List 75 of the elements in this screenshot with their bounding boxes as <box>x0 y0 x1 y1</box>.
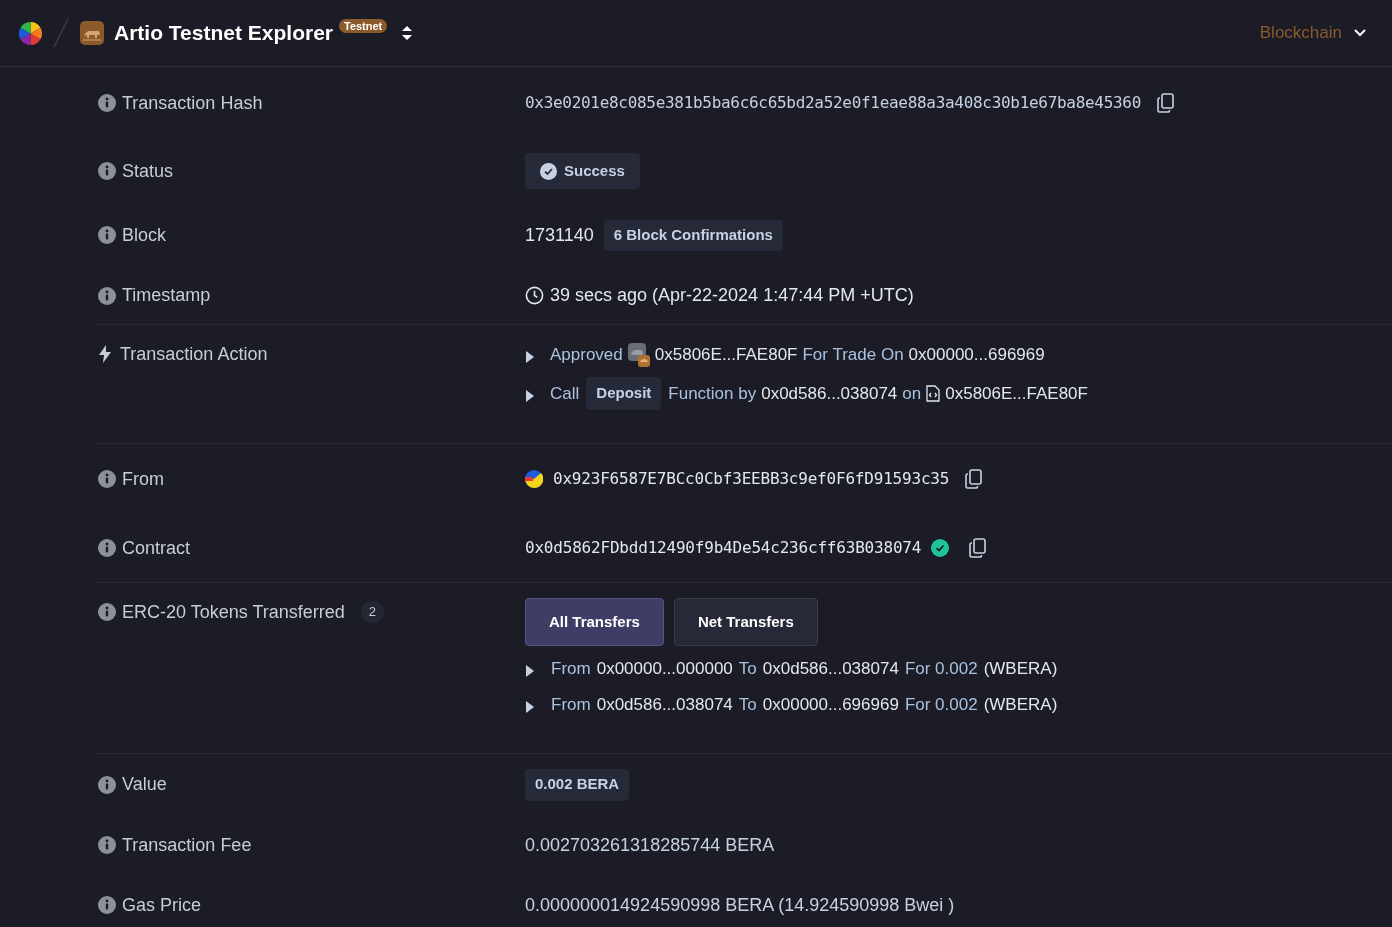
action-text: Call <box>550 382 580 405</box>
field-label: From <box>122 467 164 491</box>
address-text: (WBERA) <box>983 658 1058 681</box>
function-tag: Deposit <box>586 377 662 410</box>
action-text: For 0.002 <box>904 658 978 681</box>
field-value: 0.002703261318285744 BERA <box>525 833 775 857</box>
field-label: Timestamp <box>122 284 211 307</box>
clock-icon <box>525 286 544 305</box>
address-text: 0x00000...696969 <box>908 343 1045 366</box>
action-text: From <box>551 658 591 681</box>
action-text: Function by <box>668 382 757 405</box>
info-icon[interactable] <box>98 286 116 305</box>
address-text: 0x00000...000000 <box>596 658 733 681</box>
address-text: 0x0d586...038074 <box>761 382 898 405</box>
address-link[interactable]: 0x0d5862FDbdd12490f9b4De54c236cff63B038074 <box>525 536 922 560</box>
block-number: 1731140 <box>525 223 594 247</box>
info-icon[interactable] <box>98 836 116 854</box>
color-wheel-logo-icon[interactable] <box>19 21 42 45</box>
caret-icon[interactable] <box>525 388 535 403</box>
value-badge: 0.002 BERA <box>525 768 630 801</box>
action-text: For 0.002 <box>904 694 978 717</box>
action-text: on <box>902 382 922 405</box>
info-icon[interactable] <box>98 896 116 914</box>
code-file-icon <box>926 385 941 402</box>
action-text: To <box>738 658 757 681</box>
field-label: Status <box>122 159 174 183</box>
token-pair-icon <box>627 342 650 367</box>
timestamp-text: 39 secs ago (Apr-22-2024 1:47:44 PM +UTC) <box>550 284 914 307</box>
chevron-down-icon <box>1354 29 1366 37</box>
address-text: 0x5806E...FAE80F <box>945 382 1088 405</box>
caret-icon[interactable] <box>525 664 535 678</box>
field-label: Value <box>122 773 167 796</box>
action-text: To <box>738 694 757 717</box>
action-text: From <box>551 694 591 717</box>
info-icon[interactable] <box>98 94 116 112</box>
field-label: Gas Price <box>122 893 202 917</box>
info-icon[interactable] <box>98 470 116 488</box>
field-label: Transaction Action <box>120 342 268 366</box>
count-badge: 2 <box>360 601 384 623</box>
caret-icon[interactable] <box>525 700 535 714</box>
field-label: Block <box>122 223 166 247</box>
up-down-chevron-icon[interactable] <box>401 25 414 41</box>
action-text: For Trade On <box>802 343 904 366</box>
field-value: 0.000000014924590998 BERA (14.924590998 Bwei ) <box>525 893 955 917</box>
address-text: (WBERA) <box>983 694 1058 717</box>
action-text: Approved <box>550 343 623 366</box>
transaction-hash: 0x3e0201e8c085e381b5ba6c6c65bd2a52e0f1eae88a3a408c30b1e67ba8e45360 <box>525 92 1141 114</box>
copy-icon[interactable] <box>1156 93 1175 113</box>
address-text: 0x0d586...038074 <box>596 694 733 717</box>
copy-icon[interactable] <box>969 538 988 558</box>
address-text: 0x0d586...038074 <box>762 658 899 681</box>
identicon-icon <box>525 470 543 488</box>
field-label: Transaction Hash <box>122 91 263 115</box>
check-circle-icon <box>540 162 557 180</box>
field-label: ERC-20 Tokens Transferred <box>122 600 345 624</box>
transfer-tab[interactable]: All Transfers <box>525 598 664 646</box>
testnet-badge: Testnet <box>339 19 388 33</box>
info-icon[interactable] <box>98 775 116 794</box>
address-text: 0x00000...696969 <box>762 694 899 717</box>
transfer-tab[interactable]: Net Transfers <box>673 598 818 646</box>
info-icon[interactable] <box>98 539 116 557</box>
address-link[interactable]: 0x923F6587E7BCc0Cbf3EEBB3c9ef0F6fD91593c35 <box>553 467 950 491</box>
app-title: Artio Testnet Explorer <box>114 20 333 47</box>
field-label: Contract <box>122 536 191 560</box>
caret-icon[interactable] <box>525 349 535 364</box>
info-icon[interactable] <box>98 162 116 180</box>
copy-icon[interactable] <box>965 469 984 489</box>
address-text: 0x5806E...FAE80F <box>654 343 798 366</box>
info-icon[interactable] <box>98 226 116 244</box>
info-icon[interactable] <box>98 603 116 621</box>
confirmations-badge: 6 Block Confirmations <box>603 219 783 251</box>
status-badge: Success <box>525 153 640 189</box>
field-label: Transaction Fee <box>122 833 252 857</box>
lightning-bolt-icon <box>98 345 112 363</box>
slash-separator-icon <box>52 18 70 48</box>
